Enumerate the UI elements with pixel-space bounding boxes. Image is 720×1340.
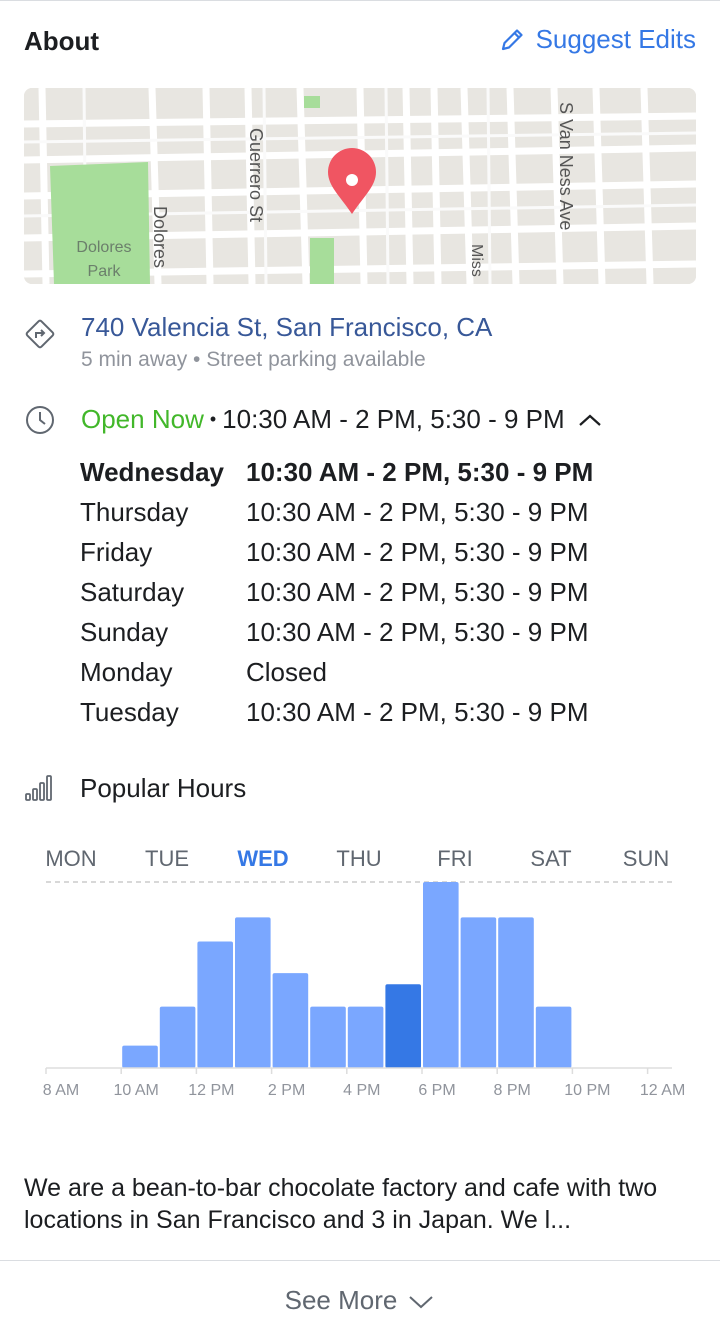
hours-row-sunday: Sunday 10:30 AM - 2 PM, 5:30 - 9 PM	[80, 612, 680, 652]
map-label-park2: Park	[88, 263, 122, 280]
day-label: Saturday	[80, 576, 185, 607]
day-tab-tue[interactable]: TUE	[145, 846, 189, 871]
map-label-guerrero: Guerrero St	[246, 128, 266, 222]
chart-bar	[272, 973, 309, 1068]
chart-tick-label: 12 AM	[640, 1082, 685, 1099]
day-label: Thursday	[80, 496, 189, 527]
day-hours: 10:30 AM - 2 PM, 5:30 - 9 PM	[246, 456, 594, 487]
directions-icon	[24, 318, 56, 350]
chart-bar	[347, 1006, 384, 1068]
popular-hours-chart: MON TUE WED THU FRI SAT SUN 8 AM 10 AM 12 PM 2 PM 4…	[24, 840, 696, 1110]
day-tab-sun[interactable]: SUN	[623, 846, 669, 871]
chart-tick-label: 4 PM	[343, 1082, 380, 1099]
day-hours: 10:30 AM - 2 PM, 5:30 - 9 PM	[246, 496, 589, 527]
chevron-down-icon	[409, 1295, 434, 1308]
hours-summary-row[interactable]: Open Now • 10:30 AM - 2 PM, 5:30 - 9 PM	[24, 404, 696, 440]
day-label: Sunday	[80, 616, 169, 647]
day-tab-mon[interactable]: MON	[45, 846, 96, 871]
popular-hours-header: Popular Hours	[24, 772, 246, 804]
see-more-label: See More	[284, 1285, 398, 1315]
chart-tick-label: 10 PM	[564, 1082, 610, 1099]
map-label-mission: Miss	[468, 244, 485, 277]
popular-hours-label: Popular Hours	[80, 772, 247, 803]
chevron-up-icon[interactable]	[575, 410, 605, 430]
address-subtext: 5 min away • Street parking available	[81, 348, 426, 371]
address-link[interactable]: 740 Valencia St, San Francisco, CA	[81, 312, 492, 343]
status-separator: •	[209, 409, 217, 429]
chart-bar	[423, 882, 459, 1068]
popular-hours-chart-svg: MON TUE WED THU FRI SAT SUN 8 AM 10 AM 12 PM 2 PM 4…	[43, 846, 686, 1099]
chart-tick-label: 12 PM	[188, 1082, 234, 1099]
day-hours: 10:30 AM - 2 PM, 5:30 - 9 PM	[246, 576, 589, 607]
chart-bar	[498, 917, 534, 1068]
open-status: Open Now	[81, 404, 204, 434]
map-label-dolores-st: Dolores	[150, 206, 170, 268]
description-text: We are a bean-to-bar chocolate factory a…	[24, 1174, 658, 1234]
chart-bar	[235, 917, 271, 1068]
see-more-button[interactable]: See More	[0, 1261, 720, 1340]
clock-icon	[24, 404, 56, 436]
suggest-edits-label: Suggest Edits	[535, 24, 696, 54]
chart-tick-label: 10 AM	[114, 1082, 159, 1099]
day-label: Tuesday	[80, 696, 179, 727]
chart-tick-label: 8 PM	[494, 1082, 531, 1099]
day-hours: 10:30 AM - 2 PM, 5:30 - 9 PM	[246, 696, 589, 727]
location-map[interactable]: Dolores Park Dolores Guerrero St Miss S …	[24, 88, 696, 284]
chart-tick-label: 2 PM	[268, 1082, 305, 1099]
hours-row-wednesday: Wednesday 10:30 AM - 2 PM, 5:30 - 9 PM	[80, 452, 680, 492]
chart-bar	[197, 941, 233, 1068]
day-tab-thu[interactable]: THU	[336, 846, 381, 871]
hours-row-saturday: Saturday 10:30 AM - 2 PM, 5:30 - 9 PM	[80, 572, 680, 612]
chart-tick-label: 6 PM	[418, 1082, 455, 1099]
hours-table: Wednesday 10:30 AM - 2 PM, 5:30 - 9 PM T…	[80, 452, 680, 732]
hours-row-friday: Friday 10:30 AM - 2 PM, 5:30 - 9 PM	[80, 532, 680, 572]
day-label: Wednesday	[80, 456, 225, 487]
day-hours: 10:30 AM - 2 PM, 5:30 - 9 PM	[246, 616, 589, 647]
hours-row-tuesday: Tuesday 10:30 AM - 2 PM, 5:30 - 9 PM	[80, 692, 680, 732]
day-hours: 10:30 AM - 2 PM, 5:30 - 9 PM	[246, 536, 589, 567]
chart-bar	[535, 1006, 572, 1068]
top-divider	[0, 0, 720, 1]
day-label: Friday	[80, 536, 153, 567]
day-tab-sat[interactable]: SAT	[530, 846, 571, 871]
bar-signal-icon	[25, 775, 52, 801]
about-header: About Suggest Edits	[24, 24, 696, 58]
chart-bar	[385, 984, 421, 1068]
day-hours: Closed	[246, 656, 327, 687]
day-tab-fri[interactable]: FRI	[437, 846, 472, 871]
chart-bar	[159, 1006, 196, 1068]
address-row: 740 Valencia St, San Francisco, CA 5 min…	[24, 312, 696, 382]
day-tab-wed[interactable]: WED	[237, 846, 288, 871]
chart-bar	[310, 1006, 346, 1068]
about-title: About	[24, 26, 100, 56]
day-label: Monday	[80, 656, 173, 687]
map-label-park1: Dolores	[76, 239, 131, 256]
hours-summary: Open Now • 10:30 AM - 2 PM, 5:30 - 9 PM	[81, 404, 605, 435]
chart-bar	[122, 1045, 158, 1068]
hours-row-monday: Monday Closed	[80, 652, 680, 692]
today-hours: 10:30 AM - 2 PM, 5:30 - 9 PM	[222, 404, 565, 434]
chart-tick-label: 8 AM	[43, 1082, 79, 1099]
hours-row-thursday: Thursday 10:30 AM - 2 PM, 5:30 - 9 PM	[80, 492, 680, 532]
chart-bar	[460, 917, 497, 1068]
map-graphic: Dolores Park Dolores Guerrero St Miss S …	[24, 88, 696, 284]
pencil-icon	[501, 28, 523, 50]
map-label-van-ness: S Van Ness Ave	[556, 102, 576, 230]
suggest-edits-button[interactable]: Suggest Edits	[498, 24, 696, 55]
